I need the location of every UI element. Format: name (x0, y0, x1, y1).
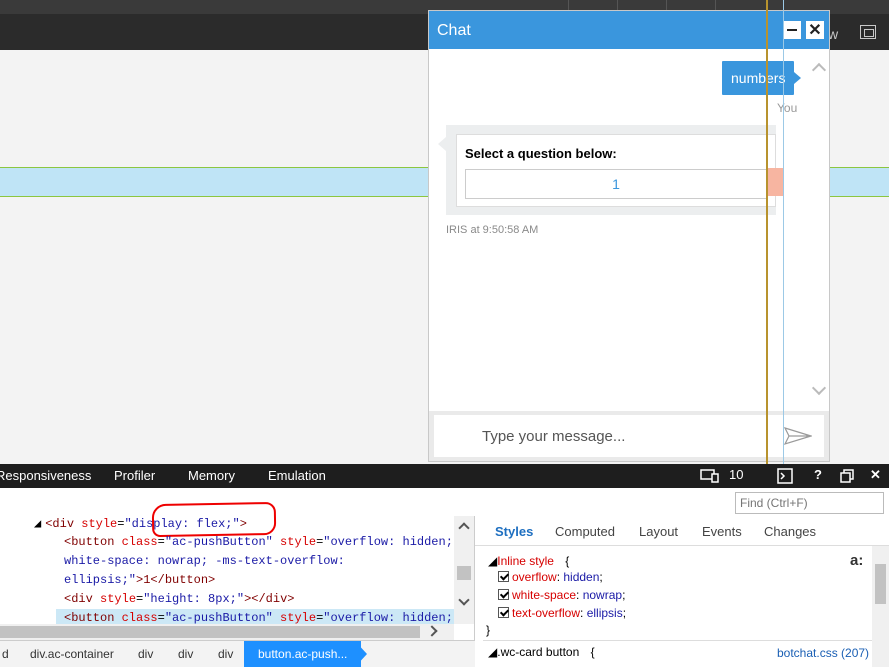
font-icon[interactable]: a: (850, 552, 863, 569)
tab-emulation[interactable]: Emulation (268, 468, 326, 483)
send-icon[interactable] (784, 427, 812, 445)
dom-horizontal-scrollbar[interactable] (0, 624, 454, 640)
style-rule[interactable]: overflow: hidden; (498, 570, 603, 584)
dom-line[interactable]: <div style="height: 8px;"></div> (64, 592, 294, 606)
tab-responsiveness[interactable]: Responsiveness (0, 468, 91, 483)
rule-close-brace: } (486, 623, 491, 637)
annotation-red-circle (151, 501, 277, 538)
expand-triangle-icon[interactable]: ◢ (34, 517, 41, 531)
tab-changes[interactable]: Changes (764, 524, 816, 539)
checkbox-icon[interactable] (498, 589, 509, 600)
breadcrumb-item[interactable]: div (164, 641, 204, 667)
breadcrumb-item[interactable]: div (204, 641, 244, 667)
find-input[interactable] (735, 492, 884, 514)
close-icon: ✕ (808, 22, 822, 39)
scroll-thumb[interactable] (875, 564, 886, 604)
user-message-text: numbers (731, 70, 786, 86)
scroll-down-icon[interactable] (458, 594, 470, 606)
checkbox-icon[interactable] (498, 607, 509, 618)
card-title: Select a question below: (465, 146, 617, 161)
dom-line[interactable]: ◢ <div style="display: flex;"> (34, 501, 277, 538)
minimize-button[interactable] (782, 20, 802, 40)
dom-explorer-pane: ◢ <div style="display: flex;"> <button cl… (0, 501, 474, 640)
inline-style-header[interactable]: ◢Inline style { (488, 554, 569, 568)
undock-icon[interactable] (840, 469, 854, 483)
console-icon[interactable] (777, 468, 793, 484)
chat-title: Chat (437, 22, 471, 39)
devtools-find-bar (0, 488, 889, 516)
rule-divider (483, 640, 872, 641)
tab-profiler[interactable]: Profiler (114, 468, 155, 483)
dom-breadcrumb: d div.ac-container div div div button.ac… (0, 640, 475, 667)
styles-tab-bar: Styles Computed Layout Events Changes (475, 516, 889, 546)
help-icon[interactable]: ? (814, 467, 822, 482)
tab-styles[interactable]: Styles (495, 524, 533, 539)
scroll-thumb[interactable] (0, 626, 420, 638)
bot-message-timestamp: IRIS at 9:50:58 AM (446, 224, 539, 236)
chat-input-area (429, 411, 829, 461)
card-push-button[interactable]: 1 (465, 169, 767, 199)
style-rule[interactable]: text-overflow: ellipsis; (498, 606, 626, 620)
dom-line[interactable]: <button class="ac-pushButton" style="ove… (64, 535, 453, 549)
scroll-right-icon[interactable] (426, 625, 438, 637)
tab-computed[interactable]: Computed (555, 524, 615, 539)
tab-events[interactable]: Events (702, 524, 742, 539)
devtools-close-icon[interactable]: ✕ (870, 467, 881, 483)
tab-memory[interactable]: Memory (188, 468, 235, 483)
ruler-guide-line (783, 0, 784, 464)
collapse-triangle-icon[interactable]: ◢ (488, 554, 497, 568)
breadcrumb-item-active[interactable]: button.ac-push... (244, 641, 362, 667)
scroll-up-icon[interactable] (458, 522, 470, 534)
bot-card-container: Select a question below: 1 (438, 125, 776, 215)
breadcrumb-item[interactable]: div (124, 641, 164, 667)
dom-line[interactable]: white-space: nowrap; -ms-text-overflow: (64, 554, 345, 568)
styles-pane: Styles Computed Layout Events Changes ◢I… (475, 516, 889, 667)
close-button[interactable]: ✕ (805, 20, 825, 40)
message-sender-label: You (777, 101, 798, 115)
device-emulation-icon[interactable] (700, 469, 720, 483)
scroll-up-icon[interactable] (811, 62, 827, 78)
dom-vertical-scrollbar[interactable] (454, 516, 474, 624)
checkbox-icon[interactable] (498, 571, 509, 582)
chat-header: Chat ✕ (429, 11, 829, 49)
chat-window: Chat ✕ numbers You Select a question bel… (428, 10, 830, 462)
fit-to-window-icon[interactable] (860, 25, 876, 39)
bot-card: Select a question below: 1 (456, 134, 776, 207)
tab-layout[interactable]: Layout (639, 524, 678, 539)
styles-vertical-scrollbar[interactable] (872, 546, 889, 667)
dom-line[interactable]: <button class="ac-pushButton" style="ove… (64, 611, 453, 625)
collapse-triangle-icon[interactable]: ◢ (488, 645, 497, 659)
stylesheet-link[interactable]: botchat.css (207) (777, 646, 869, 660)
scroll-down-icon[interactable] (811, 380, 827, 396)
dom-line[interactable]: ellipsis;">1</button> (64, 573, 215, 587)
ruler-guide-line (766, 0, 768, 464)
css-rule-selector[interactable]: ◢.wc-card button { (488, 645, 595, 659)
breadcrumb-arrow-icon (355, 641, 367, 667)
breadcrumb-item[interactable]: div.ac-container (16, 641, 124, 667)
scroll-thumb[interactable] (457, 566, 471, 580)
device-count: 10 (729, 467, 744, 482)
style-rule[interactable]: white-space: nowrap; (498, 588, 625, 602)
margin-highlight (768, 168, 783, 196)
minimize-icon (787, 29, 797, 31)
devtools-tab-bar: Responsiveness Profiler Memory Emulation… (0, 464, 889, 488)
